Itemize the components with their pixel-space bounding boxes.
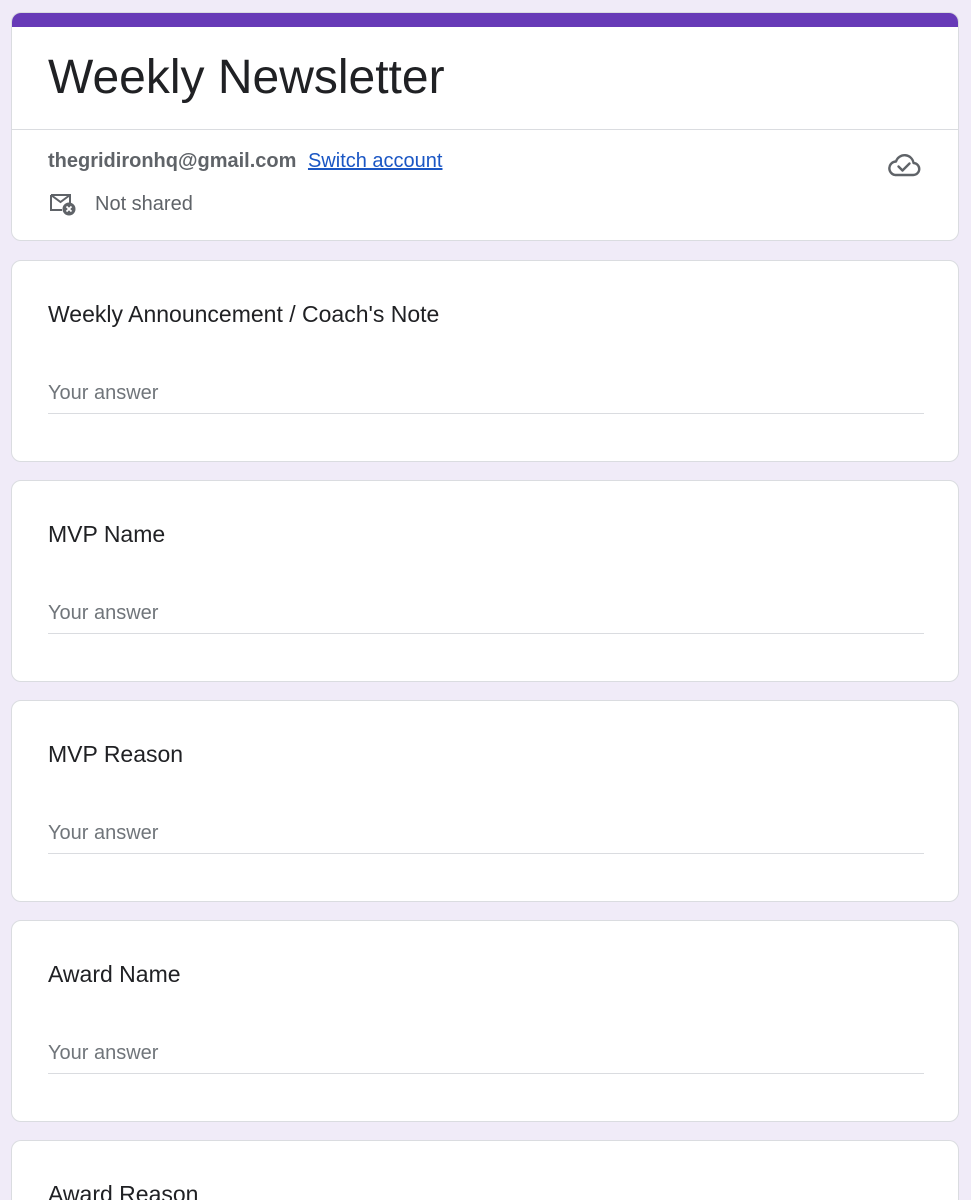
mail-not-shared-icon: [50, 194, 76, 216]
shared-status-text: Not shared: [95, 192, 193, 215]
question-card: Award Name: [11, 920, 959, 1122]
question-label: MVP Reason: [48, 741, 184, 767]
account-row: thegridironhq@gmail.com Switch account: [48, 148, 442, 174]
question-label: Award Reason: [48, 1181, 199, 1200]
shared-status-row: Not shared: [48, 189, 193, 219]
form-page: Weekly Newsletter thegridironhq@gmail.co…: [0, 0, 971, 1200]
answer-input[interactable]: [48, 594, 924, 634]
question-label: MVP Name: [48, 521, 166, 547]
question-card: MVP Name: [11, 480, 959, 682]
question-card: Award Reason: [11, 1140, 959, 1200]
answer-input[interactable]: [48, 374, 924, 414]
account-email: thegridironhq@gmail.com: [48, 150, 297, 172]
cloud-saved-icon[interactable]: [886, 151, 922, 179]
header-divider: [12, 129, 958, 130]
question-label: Weekly Announcement / Coach's Note: [48, 301, 440, 327]
question-label: Award Name: [48, 961, 181, 987]
form-title: Weekly Newsletter: [48, 51, 445, 104]
form-header-card: Weekly Newsletter thegridironhq@gmail.co…: [11, 12, 959, 241]
answer-input[interactable]: [48, 814, 924, 854]
header-accent-bar: [12, 13, 958, 27]
answer-input[interactable]: [48, 1034, 924, 1074]
switch-account-link[interactable]: Switch account: [308, 150, 443, 172]
question-card: MVP Reason: [11, 700, 959, 902]
question-card: Weekly Announcement / Coach's Note: [11, 260, 959, 462]
